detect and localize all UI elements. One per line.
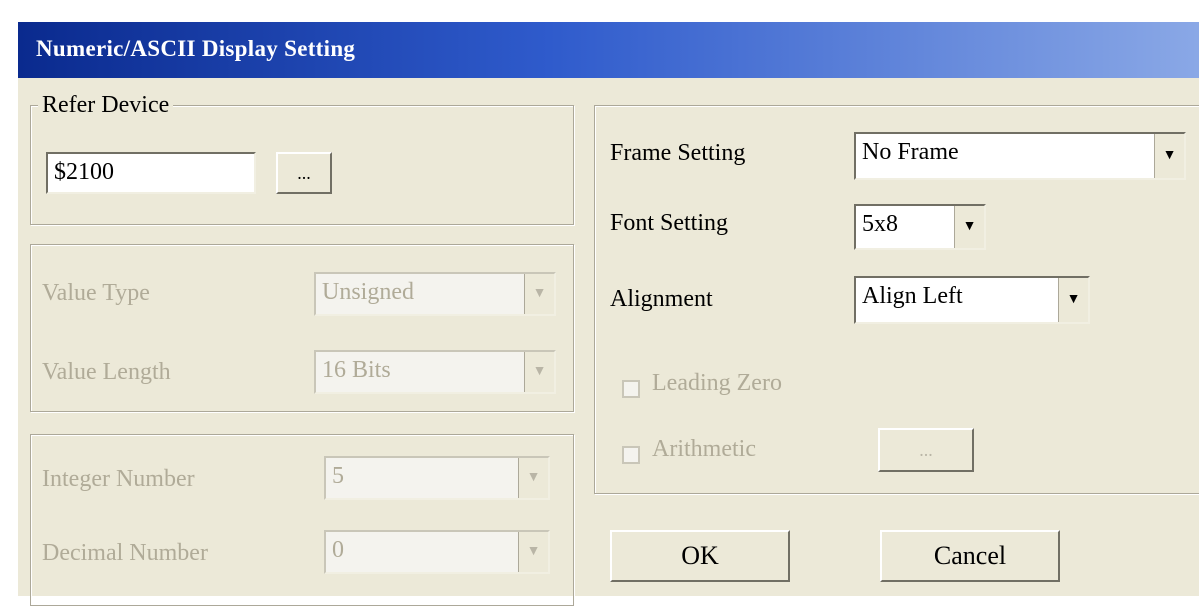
chevron-down-icon[interactable]: ▼ bbox=[954, 206, 984, 248]
integer-number-value: 5 bbox=[332, 463, 344, 489]
value-type-label: Value Type bbox=[42, 280, 150, 306]
value-length-select[interactable]: 16 Bits ▼ bbox=[314, 350, 556, 394]
window-title: Numeric/ASCII Display Setting bbox=[36, 36, 356, 61]
refer-device-value: $2100 bbox=[54, 159, 114, 185]
chevron-down-icon[interactable]: ▼ bbox=[1154, 134, 1184, 178]
decimal-number-label: Decimal Number bbox=[42, 540, 208, 566]
leading-zero-checkbox[interactable] bbox=[622, 380, 640, 398]
value-type-select[interactable]: Unsigned ▼ bbox=[314, 272, 556, 316]
chevron-down-icon[interactable]: ▼ bbox=[1058, 278, 1088, 322]
value-length-value: 16 Bits bbox=[322, 357, 391, 383]
value-type-value: Unsigned bbox=[322, 279, 414, 305]
chevron-down-icon[interactable]: ▼ bbox=[518, 532, 548, 572]
font-setting-select[interactable]: 5x8 ▼ bbox=[854, 204, 986, 250]
chevron-down-icon[interactable]: ▼ bbox=[524, 274, 554, 314]
chevron-down-icon[interactable]: ▼ bbox=[524, 352, 554, 392]
chevron-down-icon[interactable]: ▼ bbox=[518, 458, 548, 498]
integer-number-label: Integer Number bbox=[42, 466, 195, 492]
font-setting-label: Font Setting bbox=[610, 210, 729, 236]
dialog-body: Refer Device $2100 ... Value Type Unsign… bbox=[18, 78, 1199, 606]
dialog-window: Numeric/ASCII Display Setting Refer Devi… bbox=[0, 0, 1199, 606]
refer-device-browse-button[interactable]: ... bbox=[276, 152, 332, 194]
decimal-number-select[interactable]: 0 ▼ bbox=[324, 530, 550, 574]
integer-number-select[interactable]: 5 ▼ bbox=[324, 456, 550, 500]
arithmetic-browse-button[interactable]: ... bbox=[878, 428, 974, 472]
arithmetic-checkbox[interactable] bbox=[622, 446, 640, 464]
title-bar[interactable]: Numeric/ASCII Display Setting bbox=[18, 22, 1199, 78]
leading-zero-label: Leading Zero bbox=[652, 370, 782, 396]
ok-button[interactable]: OK bbox=[610, 530, 790, 582]
frame-setting-label: Frame Setting bbox=[610, 140, 746, 166]
arithmetic-label: Arithmetic bbox=[652, 436, 756, 462]
refer-device-input[interactable]: $2100 bbox=[46, 152, 256, 194]
frame-setting-select[interactable]: No Frame ▼ bbox=[854, 132, 1186, 180]
alignment-label: Alignment bbox=[610, 286, 713, 312]
value-length-label: Value Length bbox=[42, 359, 171, 385]
alignment-value: Align Left bbox=[862, 283, 963, 309]
cancel-button[interactable]: Cancel bbox=[880, 530, 1060, 582]
decimal-number-value: 0 bbox=[332, 537, 344, 563]
refer-device-legend: Refer Device bbox=[38, 92, 174, 119]
font-setting-value: 5x8 bbox=[862, 211, 898, 237]
frame-setting-value: No Frame bbox=[862, 139, 959, 165]
alignment-select[interactable]: Align Left ▼ bbox=[854, 276, 1090, 324]
